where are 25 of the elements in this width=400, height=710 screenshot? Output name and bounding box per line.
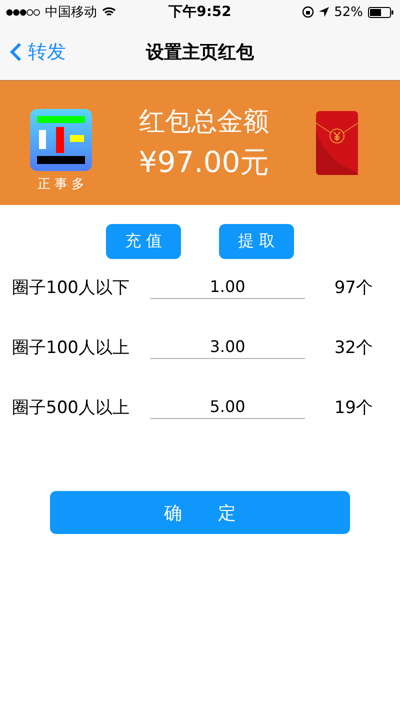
page-title: 设置主页红包: [146, 41, 254, 64]
battery-percent: 52%: [334, 4, 363, 20]
count: 32个: [333, 336, 373, 358]
row-label: 圈子100人以下: [12, 276, 130, 298]
carrier: 中国移动: [45, 4, 97, 21]
action-button[interactable]: 充 值: [106, 224, 181, 259]
back-button[interactable]: 转发: [0, 39, 76, 65]
confirm-button[interactable]: 确 定: [50, 491, 350, 534]
row-label: 圈子500人以上: [12, 396, 130, 418]
signal-icon: [6, 8, 40, 16]
row-label: 圈子100人以上: [12, 336, 130, 358]
location-arrow-icon: [319, 7, 330, 17]
envelope-icon: [316, 111, 358, 175]
chevron-left-icon: [10, 42, 22, 62]
battery-icon: [368, 6, 394, 18]
app-name: 正 事 多: [37, 176, 85, 193]
clock: 下午9:52: [168, 3, 232, 21]
count: 19个: [333, 396, 373, 418]
total-amount: ¥97.00元: [138, 144, 270, 180]
total-title: 红包总金额: [138, 106, 269, 138]
action-button[interactable]: 提 取: [219, 224, 294, 259]
app-logo-icon: [30, 109, 92, 171]
count: 97个: [333, 276, 373, 298]
wifi-icon: [102, 7, 116, 17]
rotation-lock-icon: [302, 6, 314, 18]
